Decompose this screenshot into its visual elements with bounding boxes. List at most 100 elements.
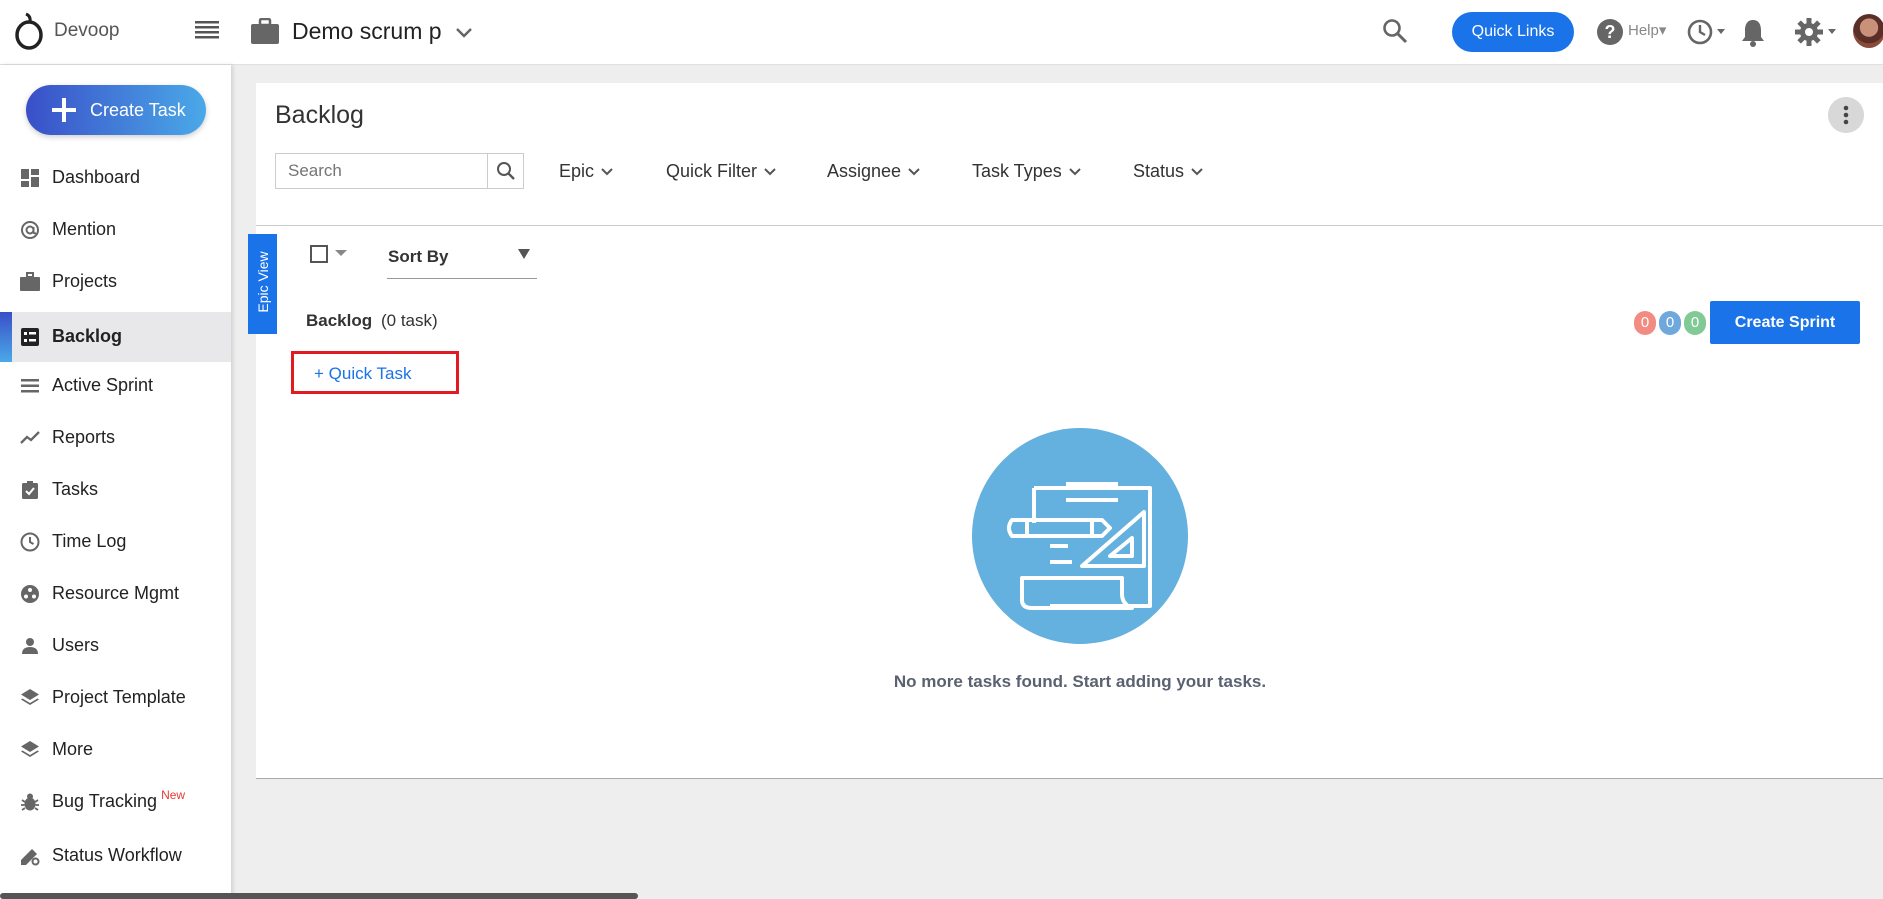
sidebar-item-label: Time Log [52, 531, 127, 551]
sidebar-item-projects[interactable]: Projects [0, 257, 231, 307]
clock-icon [20, 532, 40, 552]
sidebar-item-time-log[interactable]: Time Log [0, 517, 231, 567]
sidebar-item-label: Users [52, 635, 100, 655]
horizontal-scrollbar[interactable] [0, 893, 638, 899]
notification-bell-icon[interactable] [1740, 17, 1766, 47]
sidebar-item-resource-mgmt[interactable]: Resource Mgmt [0, 569, 231, 619]
layers-icon [21, 689, 39, 705]
create-task-button[interactable]: Create Task [26, 85, 206, 135]
filter-quick-filter[interactable]: Quick Filter [666, 161, 777, 182]
sidebar-item-label: Active Sprint [52, 375, 154, 395]
search-icon [497, 162, 515, 180]
sidebar: Create Task Dashboard Mention Projects B… [0, 65, 231, 899]
filter-label: Assignee [827, 161, 902, 181]
chevron-down-icon [1191, 168, 1203, 176]
bug-tracking-label: Bug Tracking [52, 791, 158, 811]
filter-task-types[interactable]: Task Types [972, 161, 1082, 182]
filter-assignee[interactable]: Assignee [827, 161, 921, 182]
sidebar-item-project-template[interactable]: Project Template [0, 673, 231, 723]
sidebar-item-label: Backlog [52, 326, 123, 346]
sidebar-item-label: Reports [52, 427, 116, 447]
top-bar: Devoop Demo scrum p Quick Links ? Help▾ [0, 0, 1883, 65]
sidebar-item-tasks[interactable]: Tasks [0, 465, 231, 515]
svg-text:?: ? [1605, 22, 1616, 42]
user-avatar[interactable] [1853, 14, 1883, 48]
person-icon [22, 638, 38, 654]
sidebar-item-label: Resource Mgmt [52, 583, 180, 603]
counter-badge-todo: 0 [1634, 311, 1656, 335]
search-icon[interactable] [1382, 18, 1408, 44]
sidebar-item-label: Mention [52, 219, 117, 239]
sidebar-item-bug-tracking[interactable]: Bug Tracking New [0, 777, 231, 827]
briefcase-icon [20, 272, 40, 291]
settings-gear-icon[interactable] [1794, 16, 1838, 48]
filter-epic[interactable]: Epic [559, 161, 614, 182]
quick-task-button[interactable]: + Quick Task [314, 364, 411, 384]
chevron-down-icon [1069, 168, 1081, 176]
caret-down-icon [518, 249, 530, 259]
sidebar-item-more[interactable]: More [0, 725, 231, 775]
help-menu[interactable]: Help▾ [1628, 21, 1666, 39]
filter-label: Epic [559, 161, 595, 181]
clipboard-check-icon [22, 481, 38, 499]
briefcase-icon [251, 18, 279, 44]
caret-down-icon[interactable] [334, 248, 348, 258]
backlog-task-count: (0 task) [381, 311, 438, 330]
sidebar-item-dashboard[interactable]: Dashboard [0, 153, 231, 203]
create-task-label: Create Task [90, 100, 186, 120]
sidebar-item-label: More [52, 739, 94, 759]
filter-status[interactable]: Status [1133, 161, 1204, 182]
counter-badge-done: 0 [1684, 311, 1706, 335]
sidebar-item-label: Tasks [52, 479, 99, 499]
more-options-icon[interactable] [1828, 97, 1864, 133]
sidebar-item-reports[interactable]: Reports [0, 413, 231, 463]
search-button[interactable] [487, 153, 524, 189]
app-name: Devoop [54, 20, 120, 41]
sidebar-item-status-workflow[interactable]: Status Workflow [0, 831, 231, 881]
backlog-header-panel: Backlog Epic Quick Filter Assignee Task … [256, 83, 1883, 226]
quick-links-button[interactable]: Quick Links [1452, 12, 1574, 52]
chevron-down-icon [908, 168, 920, 176]
backlog-icon [21, 328, 39, 346]
chevron-down-icon [764, 168, 776, 176]
sidebar-item-label: Bug Tracking New [52, 788, 186, 812]
hamburger-menu-icon[interactable] [195, 20, 219, 40]
sidebar-item-users[interactable]: Users [0, 621, 231, 671]
bug-icon [21, 793, 39, 811]
counter-badge-in-progress: 0 [1659, 311, 1681, 335]
create-sprint-button[interactable]: Create Sprint [1710, 301, 1860, 344]
new-badge: New [161, 788, 186, 802]
epic-view-toggle[interactable]: Epic View [248, 234, 277, 334]
at-icon [21, 221, 39, 239]
help-label: Help [1628, 22, 1659, 39]
sidebar-item-label: Projects [52, 271, 118, 291]
page-title: Backlog [275, 101, 364, 129]
filter-label: Task Types [972, 161, 1062, 181]
sidebar-item-mention[interactable]: Mention [0, 205, 231, 255]
chevron-down-icon [601, 168, 613, 176]
sidebar-item-label: Project Template [52, 687, 186, 707]
epic-view-label: Epic View [255, 251, 271, 313]
search-input[interactable] [275, 153, 488, 189]
dashboard-icon [21, 169, 39, 187]
sort-by-label: Sort By [388, 247, 449, 266]
filter-label: Status [1133, 161, 1185, 181]
sort-by-select[interactable]: Sort By [387, 240, 537, 279]
project-selector[interactable]: Demo scrum p [292, 18, 442, 45]
select-all-checkbox[interactable] [310, 245, 328, 263]
sidebar-item-label: Dashboard [52, 167, 141, 187]
empty-state-message: No more tasks found. Start adding your t… [893, 672, 1267, 691]
backlog-section-title: Backlog [306, 311, 373, 330]
empty-state-illustration-icon [972, 428, 1188, 644]
sidebar-item-backlog[interactable]: Backlog [0, 312, 231, 362]
resource-icon [21, 585, 39, 603]
layers-icon [21, 741, 39, 757]
sidebar-item-label: Status Workflow [52, 845, 182, 865]
recent-clock-icon[interactable] [1686, 18, 1726, 46]
devoop-logo-icon [15, 12, 43, 50]
help-icon[interactable]: ? [1596, 18, 1624, 46]
filter-label: Quick Filter [666, 161, 758, 181]
sidebar-item-active-sprint[interactable]: Active Sprint [0, 361, 231, 411]
chevron-down-icon[interactable] [455, 26, 473, 40]
workflow-icon [21, 849, 40, 866]
